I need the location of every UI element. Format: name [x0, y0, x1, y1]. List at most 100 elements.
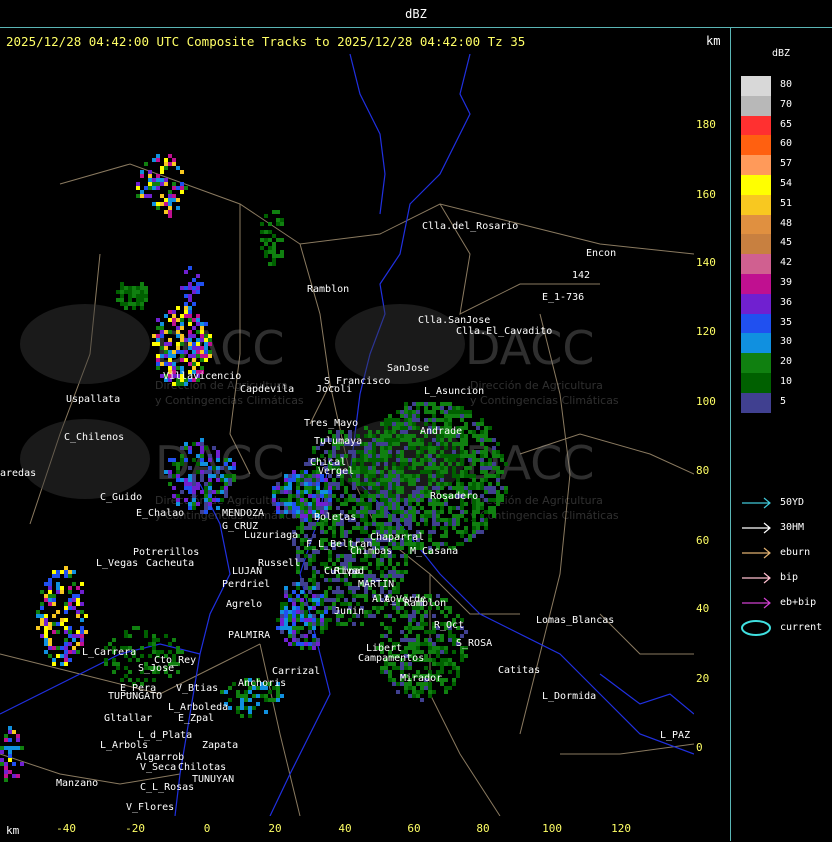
echo-pixel: [388, 638, 392, 642]
echo-pixel: [176, 474, 180, 478]
echo-pixel: [80, 634, 84, 638]
echo-pixel: [304, 502, 308, 506]
echo-pixel: [180, 342, 184, 346]
echo-pixel: [460, 418, 464, 422]
echo-pixel: [144, 678, 148, 682]
x-tick-100: 100: [542, 822, 562, 835]
y-tick-140: 140: [696, 256, 716, 269]
echo-pixel: [424, 614, 428, 618]
y-tick-20: 20: [696, 672, 710, 685]
echo-pixel: [412, 506, 416, 510]
echo-pixel: [264, 254, 268, 258]
echo-pixel: [300, 538, 304, 542]
echo-pixel: [404, 690, 408, 694]
echo-pixel: [444, 662, 448, 666]
echo-pixel: [216, 506, 220, 510]
echo-pixel: [416, 642, 420, 646]
echo-pixel: [64, 630, 68, 634]
echo-pixel: [404, 510, 408, 514]
legend-swatch-35: [741, 313, 771, 334]
echo-pixel: [480, 442, 484, 446]
echo-pixel: [176, 334, 180, 338]
echo-pixel: [48, 586, 52, 590]
echo-pixel: [296, 626, 300, 630]
legend-label-45: 45: [780, 237, 793, 249]
echo-pixel: [404, 478, 408, 482]
echo-pixel: [416, 694, 420, 698]
echo-pixel: [64, 646, 68, 650]
echo-pixel: [388, 678, 392, 682]
echo-pixel: [280, 630, 284, 634]
echo-pixel: [436, 650, 440, 654]
echo-pixel: [328, 498, 332, 502]
y-tick-0: 0: [696, 741, 703, 754]
radar-map-canvas[interactable]: DACC Dirección de Agricultura y Continge…: [0, 54, 694, 816]
echo-pixel: [272, 698, 276, 702]
echo-pixel: [400, 466, 404, 470]
echo-pixel: [288, 498, 292, 502]
echo-pixel: [368, 562, 372, 566]
echo-pixel: [80, 618, 84, 622]
echo-pixel: [404, 410, 408, 414]
echo-pixel: [140, 286, 144, 290]
echo-pixel: [372, 498, 376, 502]
echo-pixel: [344, 534, 348, 538]
echo-pixel: [440, 518, 444, 522]
echo-pixel: [384, 474, 388, 478]
radar-map[interactable]: DACC Dirección de Agricultura y Continge…: [0, 54, 694, 816]
echo-pixel: [296, 598, 300, 602]
echo-pixel: [280, 618, 284, 622]
echo-pixel: [388, 498, 392, 502]
echo-pixel: [336, 622, 340, 626]
echo-pixel: [396, 482, 400, 486]
echo-pixel: [180, 286, 184, 290]
place-label: Andrade: [420, 426, 462, 437]
place-label: V_Seca: [140, 762, 176, 773]
echo-pixel: [440, 470, 444, 474]
echo-pixel: [208, 498, 212, 502]
echo-pixel: [204, 510, 208, 514]
place-label: C_Guido: [100, 492, 142, 503]
echo-pixel: [468, 534, 472, 538]
place-label: Manzano: [56, 778, 98, 789]
echo-pixel: [356, 474, 360, 478]
echo-pixel: [400, 478, 404, 482]
echo-pixel: [160, 166, 164, 170]
echo-pixel: [404, 638, 408, 642]
echo-pixel: [400, 458, 404, 462]
echo-pixel: [144, 286, 148, 290]
echo-pixel: [200, 338, 204, 342]
echo-pixel: [168, 642, 172, 646]
echo-pixel: [304, 622, 308, 626]
echo-pixel: [496, 494, 500, 498]
echo-pixel: [428, 638, 432, 642]
echo-pixel: [192, 290, 196, 294]
echo-pixel: [404, 554, 408, 558]
echo-pixel: [16, 738, 20, 742]
echo-pixel: [400, 474, 404, 478]
echo-pixel: [448, 402, 452, 406]
echo-pixel: [208, 470, 212, 474]
echo-pixel: [192, 442, 196, 446]
echo-pixel: [472, 526, 476, 530]
echo-pixel: [432, 506, 436, 510]
echo-pixel: [288, 630, 292, 634]
echo-pixel: [68, 626, 72, 630]
echo-pixel: [400, 430, 404, 434]
echo-pixel: [328, 490, 332, 494]
echo-pixel: [392, 470, 396, 474]
echo-pixel: [492, 498, 496, 502]
echo-pixel: [444, 686, 448, 690]
echo-pixel: [108, 642, 112, 646]
echo-pixel: [372, 450, 376, 454]
place-label: Villavicencio: [163, 371, 241, 382]
echo-pixel: [12, 730, 16, 734]
echo-pixel: [420, 514, 424, 518]
echo-pixel: [404, 626, 408, 630]
echo-pixel: [424, 494, 428, 498]
echo-pixel: [228, 706, 232, 710]
echo-pixel: [440, 418, 444, 422]
echo-pixel: [288, 506, 292, 510]
echo-pixel: [8, 730, 12, 734]
echo-pixel: [352, 498, 356, 502]
